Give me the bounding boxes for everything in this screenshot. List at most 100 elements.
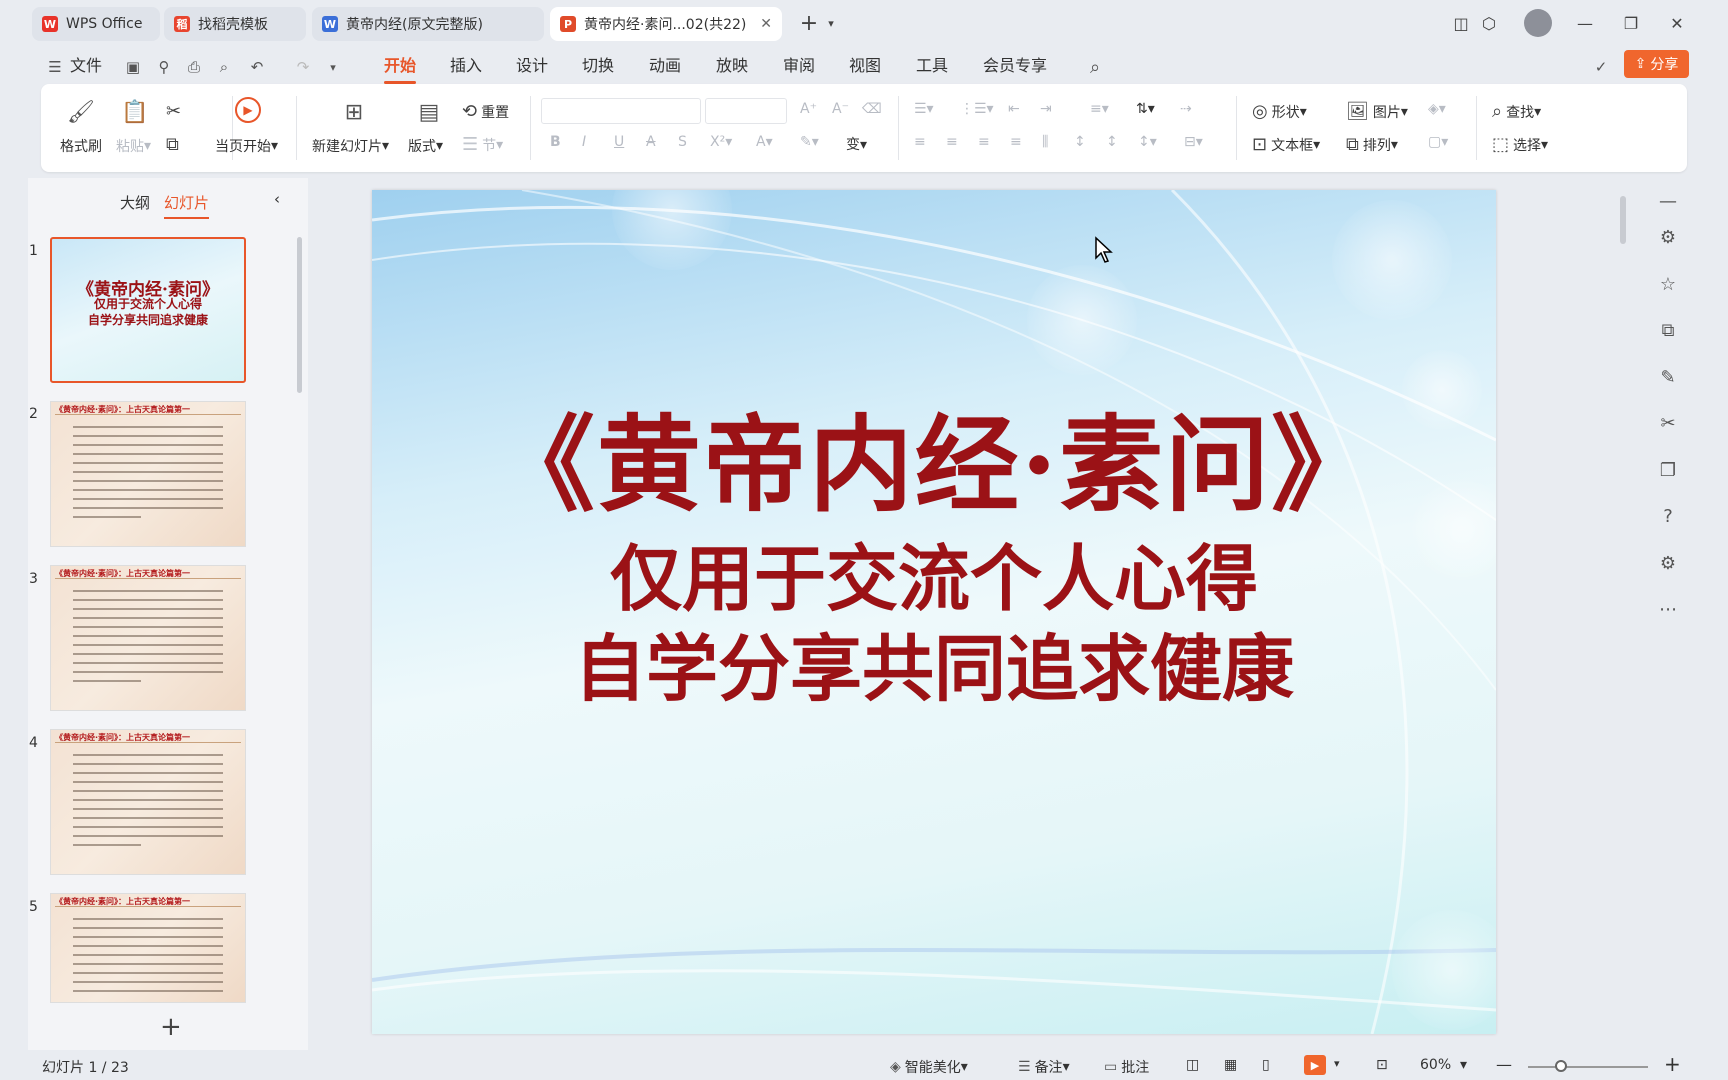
text-box-align-button[interactable]: ⊟▾	[1184, 134, 1203, 150]
star-icon[interactable]: ☆	[1657, 273, 1679, 295]
menu-view[interactable]: 视图	[849, 54, 881, 80]
zoom-in-icon[interactable]: +	[1664, 1052, 1681, 1076]
tab-wps-office[interactable]: W WPS Office	[32, 7, 160, 41]
bold-button[interactable]: B	[550, 134, 561, 150]
tab-docer[interactable]: 稻 找稻壳模板	[164, 7, 306, 41]
spacing-button[interactable]: ↕	[1106, 134, 1118, 150]
canvas-scrollbar[interactable]	[1620, 196, 1626, 244]
reset-button[interactable]: ⟲ 重置	[462, 101, 509, 122]
menu-design[interactable]: 设计	[516, 54, 548, 80]
close-tab-icon[interactable]: ✕	[760, 16, 772, 32]
numbering-button[interactable]: ⋮☰▾	[960, 101, 994, 117]
cube-icon[interactable]: ⬡	[1476, 10, 1502, 36]
minimize-icon[interactable]: —	[1572, 10, 1598, 36]
menu-transition[interactable]: 切换	[582, 54, 614, 80]
search-icon[interactable]: ⌕	[1086, 57, 1104, 78]
redo-icon[interactable]: ↷	[294, 58, 312, 76]
menu-review[interactable]: 审阅	[783, 54, 815, 80]
slide-subtitle-2[interactable]: 自学分享共同追求健康	[372, 610, 1496, 715]
copy-button[interactable]: ⧉	[166, 134, 183, 155]
menu-home[interactable]: 开始	[384, 54, 417, 84]
slide-title[interactable]: 《黄帝内经·素问》	[372, 380, 1496, 531]
zoom-slider-knob[interactable]	[1555, 1060, 1567, 1072]
adjust-icon[interactable]: ⚙	[1657, 226, 1679, 248]
settings-icon[interactable]: ⚙	[1657, 552, 1679, 574]
section-button[interactable]: ☰ 节 ▾	[462, 134, 503, 155]
new-slide-button[interactable]: 新建幻灯片 ▾	[312, 136, 389, 156]
eraser-icon[interactable]: ⌫	[862, 101, 882, 117]
copy-icon[interactable]: ⧉	[1657, 319, 1679, 341]
zoom-select[interactable]: 60% ▾	[1420, 1057, 1467, 1073]
fill-button[interactable]: ◈▾	[1428, 101, 1446, 117]
close-window-icon[interactable]: ✕	[1664, 10, 1690, 36]
menu-animation[interactable]: 动画	[649, 54, 681, 80]
cloud-sync-icon[interactable]: ✓	[1592, 58, 1610, 76]
play-from-current-button[interactable]: 当页开始 ▾	[215, 136, 278, 156]
textbox-button[interactable]: ⊡ 文本框 ▾	[1252, 134, 1320, 155]
style-icon[interactable]: ✎	[1657, 366, 1679, 388]
slide-thumbnail-3[interactable]: 《黄帝内经·素问》：上古天真论篇第一	[50, 565, 246, 711]
outline-button[interactable]: ▢▾	[1428, 134, 1448, 150]
para-spacing-button[interactable]: ↕	[1074, 134, 1086, 150]
decrease-indent-button[interactable]: ⇤	[1008, 101, 1020, 117]
align-left-button[interactable]: ≡	[914, 134, 926, 150]
justify-button[interactable]: ≡	[1010, 134, 1022, 150]
strikethrough-button[interactable]: A	[646, 134, 656, 150]
increase-indent-button[interactable]: ⇥	[1040, 101, 1052, 117]
smart-beautify-button[interactable]: ◈ 智能美化 ▾	[890, 1057, 968, 1077]
tools-icon[interactable]: ✂	[1657, 412, 1679, 434]
align-right-button[interactable]: ≡	[978, 134, 990, 150]
line-spacing-button[interactable]: ≡▾	[1090, 101, 1109, 117]
slide-thumbnail-1[interactable]: 《黄帝内经·素问》 仅用于交流个人心得 自学分享共同追求健康	[50, 237, 246, 383]
menu-insert[interactable]: 插入	[450, 54, 482, 80]
line-height-button[interactable]: ↕▾	[1138, 134, 1157, 150]
superscript-button[interactable]: X²▾	[710, 134, 732, 150]
reading-view-icon[interactable]: ▯	[1262, 1057, 1270, 1073]
shadow-button[interactable]: S	[678, 134, 687, 150]
comments-button[interactable]: ▭ 批注	[1104, 1057, 1149, 1077]
phonetic-button[interactable]: 变▾	[846, 134, 867, 154]
italic-button[interactable]: I	[582, 134, 586, 150]
avatar[interactable]	[1524, 9, 1552, 37]
book-icon[interactable]: ❐	[1657, 459, 1679, 481]
grid-view-icon[interactable]: ▦	[1224, 1057, 1237, 1073]
tab-outline[interactable]: 大纲	[120, 192, 150, 213]
font-color-button[interactable]: A▾	[756, 134, 773, 150]
sort-button[interactable]: ⇅▾	[1136, 101, 1155, 117]
collapse-panel-icon[interactable]: ‹	[274, 190, 280, 208]
zoom-out-icon[interactable]: —	[1496, 1055, 1512, 1074]
hamburger-icon[interactable]: ☰	[46, 58, 64, 76]
layout-icon[interactable]: ▤	[414, 97, 444, 127]
play-options-chevron-icon[interactable]: ▾	[1334, 1057, 1340, 1070]
collapse-icon[interactable]: —	[1657, 190, 1679, 212]
format-painter-button[interactable]: 格式刷	[60, 136, 102, 156]
play-slideshow-icon[interactable]: ▶	[1304, 1055, 1326, 1075]
link-icon[interactable]: ⚲	[155, 58, 173, 76]
columns-button[interactable]: ⫼	[1042, 134, 1048, 150]
cut-button[interactable]: ✂	[166, 101, 185, 122]
tab-slides[interactable]: 幻灯片	[164, 192, 210, 219]
normal-view-icon[interactable]: ◫	[1186, 1057, 1199, 1073]
more-chevron-icon[interactable]: ▾	[324, 58, 342, 76]
tab-ppt-doc[interactable]: P 黄帝内经·素问...02(共22) ✕	[550, 7, 782, 41]
layout-button[interactable]: 版式 ▾	[408, 136, 443, 156]
decrease-font-button[interactable]: A⁻	[832, 101, 849, 117]
tab-word-doc[interactable]: W 黄帝内经(原文完整版)	[312, 7, 544, 41]
menu-member[interactable]: 会员专享	[983, 54, 1047, 80]
layout-icon[interactable]: ◫	[1448, 10, 1474, 36]
slide-editor[interactable]: 《黄帝内经·素问》 仅用于交流个人心得 自学分享共同追求健康	[372, 190, 1496, 1034]
share-button[interactable]: ⇪ 分享	[1624, 50, 1689, 78]
bullets-button[interactable]: ☰▾	[914, 101, 934, 117]
font-family-select[interactable]	[541, 98, 701, 124]
highlight-button[interactable]: ✎▾	[800, 134, 819, 150]
zoom-slider[interactable]	[1528, 1066, 1648, 1068]
fit-window-icon[interactable]: ⊡	[1376, 1057, 1388, 1073]
arrange-button[interactable]: ⧉ 排列 ▾	[1346, 134, 1398, 155]
find-button[interactable]: ⌕ 查找 ▾	[1492, 101, 1541, 122]
add-slide-icon[interactable]: +	[160, 1012, 182, 1042]
undo-icon[interactable]: ↶	[248, 58, 266, 76]
select-button[interactable]: ⬚ 选择 ▾	[1492, 134, 1548, 155]
print-preview-icon[interactable]: ⌕	[215, 58, 233, 76]
increase-font-button[interactable]: A⁺	[800, 101, 817, 117]
new-slide-icon[interactable]: ⊞	[339, 97, 369, 127]
